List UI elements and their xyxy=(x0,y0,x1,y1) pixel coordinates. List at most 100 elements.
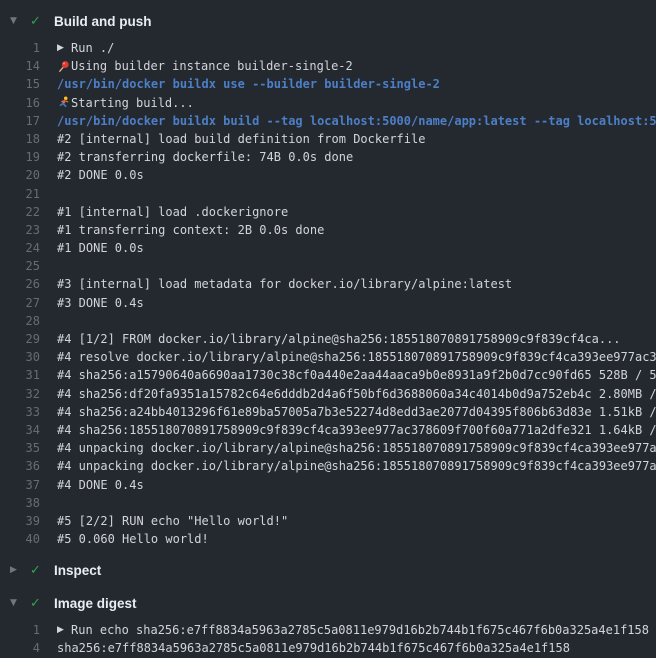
line-number[interactable]: 36 xyxy=(0,457,40,475)
line-number[interactable]: 30 xyxy=(0,348,40,366)
line-text: /usr/bin/docker buildx build --tag local… xyxy=(57,112,656,130)
log-line: 34 #4 sha256:185518070891758909c9f839cf4… xyxy=(0,421,656,439)
line-number[interactable]: 31 xyxy=(0,366,40,384)
line-number[interactable]: 23 xyxy=(0,221,40,239)
section-lines: 1 ▶ Run echo sha256:e7ff8834a5963a2785c5… xyxy=(0,621,656,657)
line-body: #1 [internal] load .dockerignore xyxy=(40,203,656,221)
line-number[interactable]: 37 xyxy=(0,476,40,494)
log-line: 33 #4 sha256:a24bb4013296f61e89ba57005a7… xyxy=(0,403,656,421)
line-text: #2 DONE 0.0s xyxy=(57,166,144,184)
line-number[interactable]: 34 xyxy=(0,421,40,439)
run-expander-icon[interactable]: ▶ xyxy=(57,621,71,639)
log-line: 32 #4 sha256:df20fa9351a15782c64e6dddb2d… xyxy=(0,385,656,403)
log-line: 24 #1 DONE 0.0s xyxy=(0,239,656,257)
line-text: #4 unpacking docker.io/library/alpine@sh… xyxy=(57,439,656,457)
line-text: #5 0.060 Hello world! xyxy=(57,530,209,548)
line-number[interactable]: 4 xyxy=(0,639,40,657)
log-line: 26 #3 [internal] load metadata for docke… xyxy=(0,275,656,293)
line-number[interactable]: 29 xyxy=(0,330,40,348)
line-text: #1 transferring context: 2B 0.0s done xyxy=(57,221,324,239)
log-line: 21 xyxy=(0,185,656,203)
log-line: 35 #4 unpacking docker.io/library/alpine… xyxy=(0,439,656,457)
run-expander-icon[interactable]: ▶ xyxy=(57,39,71,57)
line-text: #1 [internal] load .dockerignore xyxy=(57,203,288,221)
log-line: 30 #4 resolve docker.io/library/alpine@s… xyxy=(0,348,656,366)
log-line: 4 sha256:e7ff8834a5963a2785c5a0811e979d1… xyxy=(0,639,656,657)
line-number[interactable]: 40 xyxy=(0,530,40,548)
line-body xyxy=(40,494,656,512)
line-body xyxy=(40,312,656,330)
line-number[interactable]: 28 xyxy=(0,312,40,330)
line-body: #4 sha256:a15790640a6690aa1730c38cf0a440… xyxy=(40,366,656,384)
log-line: 37 #4 DONE 0.4s xyxy=(0,476,656,494)
caret-right-icon[interactable]: ▶ xyxy=(10,566,22,575)
line-body: #4 sha256:df20fa9351a15782c64e6dddb2d4a6… xyxy=(40,385,656,403)
line-number[interactable]: 15 xyxy=(0,75,40,93)
line-number[interactable]: 1 xyxy=(0,621,40,639)
line-number[interactable]: 38 xyxy=(0,494,40,512)
line-number[interactable]: 25 xyxy=(0,257,40,275)
log-line: 27 #3 DONE 0.4s xyxy=(0,294,656,312)
log-line: 16 Starting build... xyxy=(0,94,656,112)
line-body: #4 unpacking docker.io/library/alpine@sh… xyxy=(40,439,656,457)
log-line: 39 #5 [2/2] RUN echo "Hello world!" xyxy=(0,512,656,530)
line-body: ▶ Run ./ xyxy=(40,39,656,57)
line-number[interactable]: 22 xyxy=(0,203,40,221)
success-check-icon: ✓ xyxy=(30,597,44,610)
line-number[interactable]: 33 xyxy=(0,403,40,421)
log-line: 38 xyxy=(0,494,656,512)
line-text: Run ./ xyxy=(71,39,114,57)
caret-down-icon[interactable]: ▼ xyxy=(10,599,22,608)
line-text: #4 sha256:185518070891758909c9f839cf4ca3… xyxy=(57,421,656,439)
log-line: 1 ▶ Run ./ xyxy=(0,39,656,57)
section-header[interactable]: ▼ ✓ Image digest xyxy=(0,592,656,614)
actions-log-viewer: ▼ ✓ Build and push 1 ▶ Run ./ 14 Using b… xyxy=(0,0,656,658)
line-body: #5 [2/2] RUN echo "Hello world!" xyxy=(40,512,656,530)
success-check-icon: ✓ xyxy=(30,564,44,577)
line-number[interactable]: 1 xyxy=(0,39,40,57)
line-text: #4 unpacking docker.io/library/alpine@sh… xyxy=(57,457,656,475)
line-number[interactable]: 32 xyxy=(0,385,40,403)
line-number[interactable]: 16 xyxy=(0,94,40,112)
line-body: #5 0.060 Hello world! xyxy=(40,530,656,548)
line-body: #1 DONE 0.0s xyxy=(40,239,656,257)
line-number[interactable]: 39 xyxy=(0,512,40,530)
line-body: #1 transferring context: 2B 0.0s done xyxy=(40,221,656,239)
line-body: #2 [internal] load build definition from… xyxy=(40,130,656,148)
log-line: 22 #1 [internal] load .dockerignore xyxy=(0,203,656,221)
section-header[interactable]: ▼ ✓ Build and push xyxy=(0,10,656,32)
log-line: 15 /usr/bin/docker buildx use --builder … xyxy=(0,75,656,93)
line-body: Using builder instance builder-single-2 xyxy=(40,57,656,75)
line-number[interactable]: 35 xyxy=(0,439,40,457)
line-text: #2 [internal] load build definition from… xyxy=(57,130,425,148)
log-line: 25 xyxy=(0,257,656,275)
line-number[interactable]: 14 xyxy=(0,57,40,75)
log-line: 18 #2 [internal] load build definition f… xyxy=(0,130,656,148)
line-body: #2 DONE 0.0s xyxy=(40,166,656,184)
line-body: ▶ Run echo sha256:e7ff8834a5963a2785c5a0… xyxy=(40,621,656,639)
section-title: Image digest xyxy=(54,596,137,611)
section-header[interactable]: ▶ ✓ Inspect xyxy=(0,559,656,581)
line-number[interactable]: 19 xyxy=(0,148,40,166)
line-text: #4 sha256:df20fa9351a15782c64e6dddb2d4a6… xyxy=(57,385,656,403)
line-number[interactable]: 26 xyxy=(0,275,40,293)
line-body: #4 resolve docker.io/library/alpine@sha2… xyxy=(40,348,656,366)
line-text: #4 sha256:a24bb4013296f61e89ba57005a7b3e… xyxy=(57,403,656,421)
line-number[interactable]: 18 xyxy=(0,130,40,148)
line-number[interactable]: 21 xyxy=(0,185,40,203)
line-body: #4 unpacking docker.io/library/alpine@sh… xyxy=(40,457,656,475)
log-line: 29 #4 [1/2] FROM docker.io/library/alpin… xyxy=(0,330,656,348)
line-text: Using builder instance builder-single-2 xyxy=(71,57,353,75)
line-text: #4 sha256:a15790640a6690aa1730c38cf0a440… xyxy=(57,366,656,384)
line-number[interactable]: 20 xyxy=(0,166,40,184)
line-text: Starting build... xyxy=(71,94,194,112)
line-text: Run echo sha256:e7ff8834a5963a2785c5a081… xyxy=(71,621,649,639)
line-body: /usr/bin/docker buildx build --tag local… xyxy=(40,112,656,130)
log-line: 20 #2 DONE 0.0s xyxy=(0,166,656,184)
caret-down-icon[interactable]: ▼ xyxy=(10,17,22,26)
line-number[interactable]: 27 xyxy=(0,294,40,312)
line-body: sha256:e7ff8834a5963a2785c5a0811e979d16b… xyxy=(40,639,656,657)
line-number[interactable]: 24 xyxy=(0,239,40,257)
log-line: 1 ▶ Run echo sha256:e7ff8834a5963a2785c5… xyxy=(0,621,656,639)
line-number[interactable]: 17 xyxy=(0,112,40,130)
